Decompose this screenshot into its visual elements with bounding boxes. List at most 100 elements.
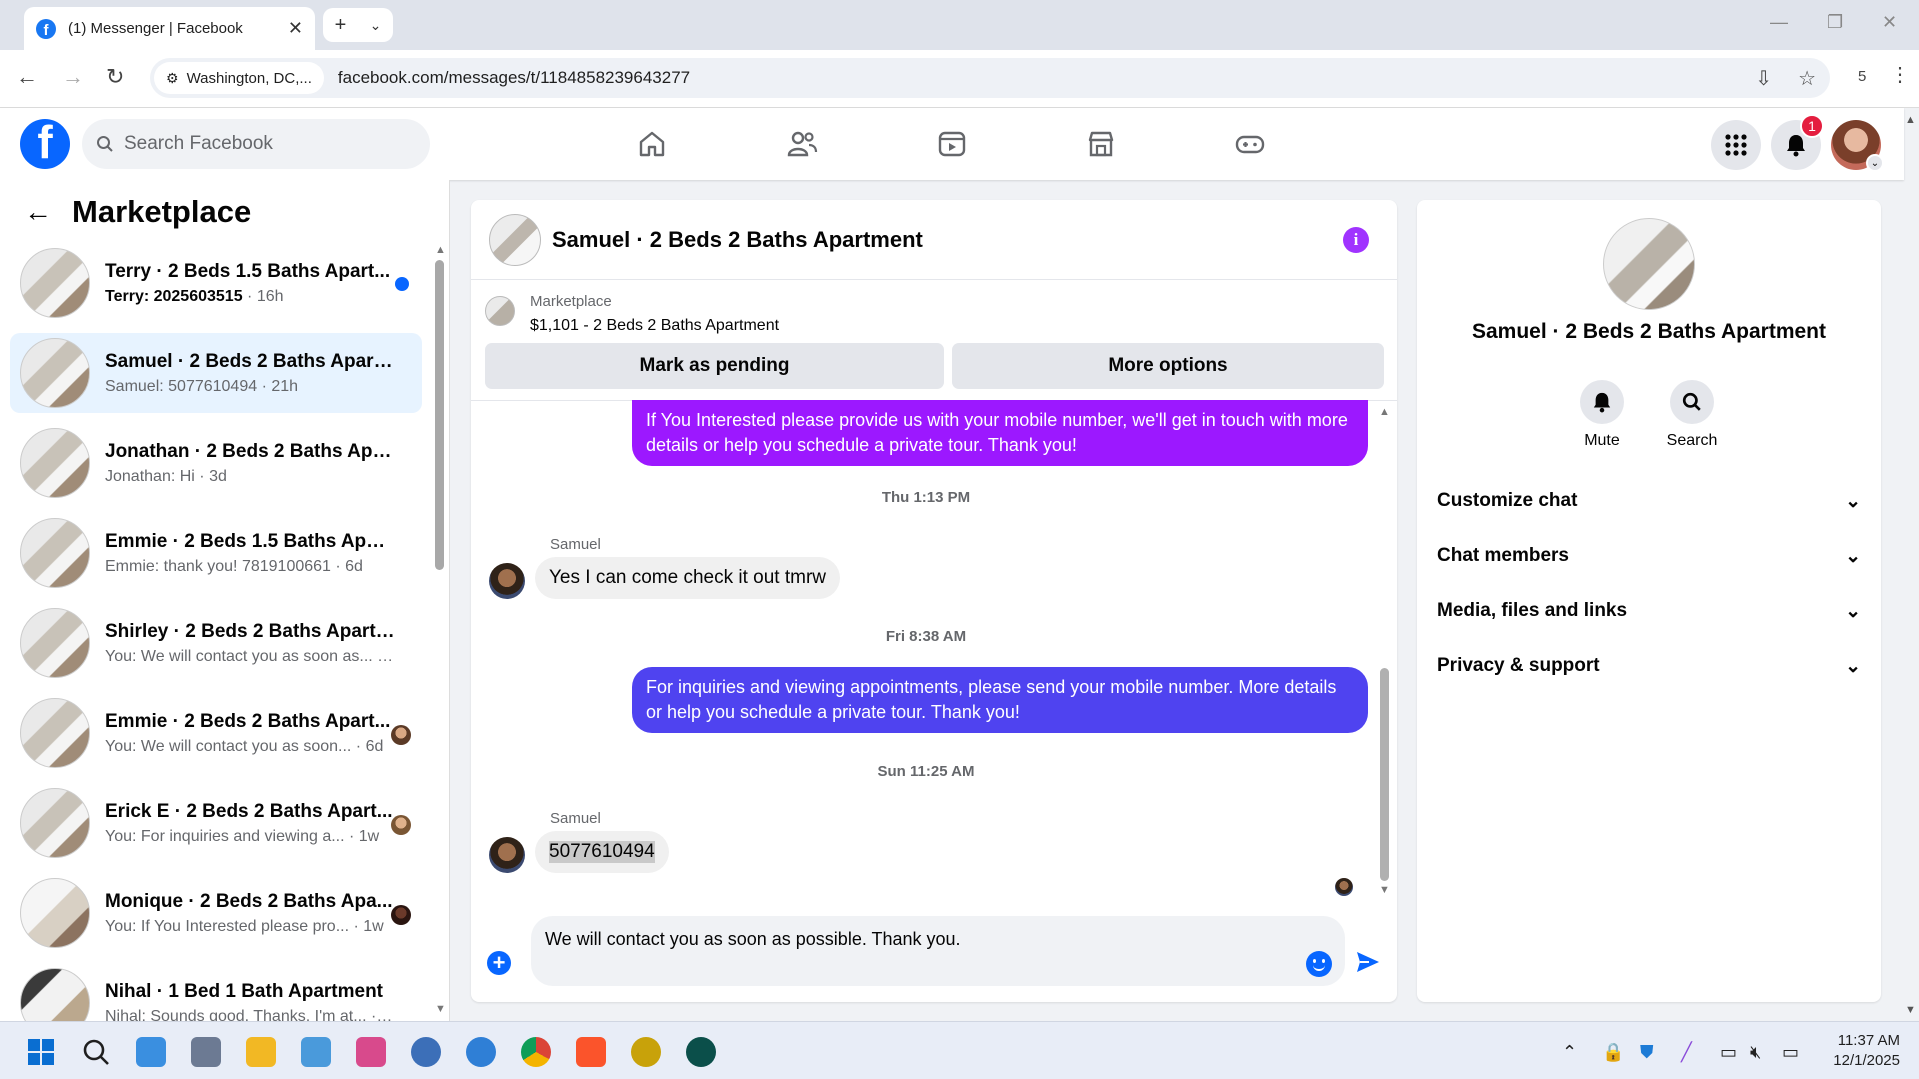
chat-scrollbar[interactable] (1380, 668, 1389, 881)
customize-chat-row[interactable]: Customize chat ⌄ (1437, 481, 1861, 521)
tray-lock-icon[interactable]: 🔒 (1602, 1042, 1624, 1063)
sidebar-scroll-up-icon[interactable]: ▲ (435, 244, 446, 256)
more-options-button[interactable]: More options (952, 343, 1384, 389)
chat-scroll-up-icon[interactable]: ▲ (1379, 406, 1390, 418)
page-scroll-down-icon[interactable]: ▼ (1905, 1004, 1916, 1016)
facebook-logo-icon[interactable]: f (20, 119, 70, 169)
sidebar-scroll-down-icon[interactable]: ▼ (435, 1003, 446, 1015)
task-view-icon[interactable] (136, 1037, 166, 1067)
chat-members-row[interactable]: Chat members ⌄ (1437, 536, 1861, 576)
page-scroll-up-icon[interactable]: ▲ (1905, 114, 1916, 126)
app-pinned-icon[interactable] (191, 1037, 221, 1067)
outgoing-message[interactable]: For inquiries and viewing appointments, … (632, 667, 1368, 733)
conversation-name: Shirley · 2 Beds 2 Baths Apartme... (105, 620, 395, 642)
tab-close-icon[interactable]: ✕ (288, 18, 303, 39)
chrome-icon[interactable] (521, 1037, 551, 1067)
ixbrowser-icon[interactable] (631, 1037, 661, 1067)
info-icon[interactable]: i (1343, 227, 1369, 253)
account-chevron-icon[interactable]: ⌄ (1866, 154, 1884, 172)
listing-thumbnail (20, 338, 90, 408)
chat-scroll-down-icon[interactable]: ▼ (1379, 884, 1390, 896)
outgoing-message[interactable]: If You Interested please provide us with… (632, 400, 1368, 466)
conversation-preview: You: If You Interested please pro... (105, 917, 350, 935)
conversation-item[interactable]: Jonathan · 2 Beds 2 Baths Apart... Jonat… (10, 423, 422, 503)
nav-friends[interactable] (772, 122, 832, 166)
add-attachment-icon[interactable]: + (487, 951, 511, 975)
nav-video[interactable] (922, 122, 982, 166)
active-app-icon[interactable] (686, 1037, 716, 1067)
file-explorer-icon[interactable] (246, 1037, 276, 1067)
globe-app-icon[interactable] (411, 1037, 441, 1067)
nav-home[interactable] (622, 122, 682, 166)
message-input[interactable]: We will contact you as soon as possible.… (531, 916, 1345, 986)
conversation-item[interactable]: Nihal · 1 Bed 1 Bath Apartment Nihal: So… (10, 963, 422, 1021)
search-in-chat-button[interactable]: Search (1652, 380, 1732, 450)
windows-start-icon[interactable] (26, 1037, 56, 1067)
sender-avatar[interactable] (489, 837, 525, 873)
nav-gaming[interactable] (1220, 122, 1280, 166)
conversation-item[interactable]: Emmie · 2 Beds 2 Baths Apart... You: We … (10, 693, 422, 773)
brave-icon[interactable] (576, 1037, 606, 1067)
site-info-chip[interactable]: ⚙ Washington, DC,... (154, 62, 324, 94)
sender-name: Samuel (550, 810, 601, 827)
profile-count[interactable]: 5 (1858, 68, 1866, 85)
chat-header: Samuel · 2 Beds 2 Baths Apartment i (471, 200, 1397, 280)
listing-photo[interactable] (1603, 218, 1695, 310)
incoming-message[interactable]: Yes I can come check it out tmrw (535, 557, 841, 599)
conversation-name: Jonathan · 2 Beds 2 Baths Apart... (105, 440, 395, 462)
taskbar-clock[interactable]: 11:37 AM 12/1/2025 (1820, 1031, 1900, 1071)
chrome-canary-icon[interactable] (466, 1037, 496, 1067)
volume-muted-icon[interactable]: 🔇︎ (1750, 1042, 1761, 1063)
sidebar-scrollbar[interactable] (435, 260, 444, 570)
restore-icon[interactable]: ❐ (1827, 12, 1843, 33)
mute-label: Mute (1584, 432, 1620, 449)
bookmark-star-icon[interactable]: ☆ (1798, 66, 1816, 91)
address-bar[interactable]: ⚙ Washington, DC,... facebook.com/messag… (150, 58, 1830, 98)
tray-security-icon[interactable]: ⛊ (1640, 1042, 1654, 1063)
control-panel-icon[interactable] (301, 1037, 331, 1067)
install-app-icon[interactable]: ⇩ (1755, 66, 1772, 91)
browser-menu-icon[interactable]: ⋮ (1890, 62, 1910, 87)
conversation-item[interactable]: Monique · 2 Beds 2 Baths Apa... You: If … (10, 873, 422, 953)
emoji-icon[interactable] (1306, 951, 1332, 977)
notification-badge: 1 (1800, 114, 1824, 138)
privacy-support-row[interactable]: Privacy & support ⌄ (1437, 646, 1861, 686)
chat-title[interactable]: Samuel · 2 Beds 2 Baths Apartment (552, 227, 923, 253)
menu-button[interactable] (1711, 120, 1761, 170)
conversation-item[interactable]: Terry · 2 Beds 1.5 Baths Apart... Terry:… (10, 243, 422, 323)
media-files-links-row[interactable]: Media, files and links ⌄ (1437, 591, 1861, 631)
forward-icon[interactable]: → (62, 64, 84, 90)
taskbar-search-icon[interactable] (81, 1037, 111, 1067)
sender-avatar[interactable] (489, 563, 525, 599)
chat-avatar[interactable] (489, 213, 541, 266)
mark-pending-button[interactable]: Mark as pending (485, 343, 944, 389)
nav-marketplace[interactable] (1071, 122, 1131, 166)
send-icon[interactable] (1355, 949, 1381, 975)
conversation-item[interactable]: Shirley · 2 Beds 2 Baths Apartme... You:… (10, 603, 422, 683)
back-arrow-icon[interactable]: ← (24, 196, 52, 228)
conversation-item[interactable]: Emmie · 2 Beds 1.5 Baths Apart... Emmie:… (10, 513, 422, 593)
browser-tab[interactable]: f (1) Messenger | Facebook ✕ (24, 7, 315, 50)
network-icon[interactable]: ▭ (1720, 1042, 1737, 1063)
listing-thumbnail[interactable] (485, 296, 515, 326)
back-icon[interactable]: ← (16, 64, 38, 90)
tab-actions: + ⌄ (323, 8, 393, 42)
battery-icon[interactable]: ▭ (1782, 1042, 1799, 1063)
window-close-icon[interactable]: ✕ (1882, 12, 1897, 33)
conversation-preview: You: We will contact you as soon as... (105, 647, 373, 665)
tab-search-chevron-icon[interactable]: ⌄ (370, 17, 382, 34)
mute-button[interactable]: Mute (1562, 380, 1642, 450)
minimize-icon[interactable]: — (1770, 12, 1788, 33)
new-tab-icon[interactable]: + (335, 14, 347, 37)
snipping-tool-icon[interactable] (356, 1037, 386, 1067)
listing-price[interactable]: $1,101 - 2 Beds 2 Baths Apartment (530, 317, 779, 335)
conversation-item[interactable]: Erick E · 2 Beds 2 Baths Apart... You: F… (10, 783, 422, 863)
incoming-message[interactable]: 5077610494 (535, 831, 669, 873)
reload-icon[interactable]: ↻ (106, 64, 124, 90)
search-input[interactable] (124, 133, 384, 155)
conversation-item-active[interactable]: Samuel · 2 Beds 2 Baths Apartm... Samuel… (10, 333, 422, 413)
url-text[interactable]: facebook.com/messages/t/1184858239643277 (338, 68, 690, 88)
tray-chevron-icon[interactable]: ⌃ (1562, 1042, 1577, 1063)
tray-pen-icon[interactable]: ╱ (1681, 1042, 1692, 1063)
facebook-search[interactable] (82, 119, 430, 169)
